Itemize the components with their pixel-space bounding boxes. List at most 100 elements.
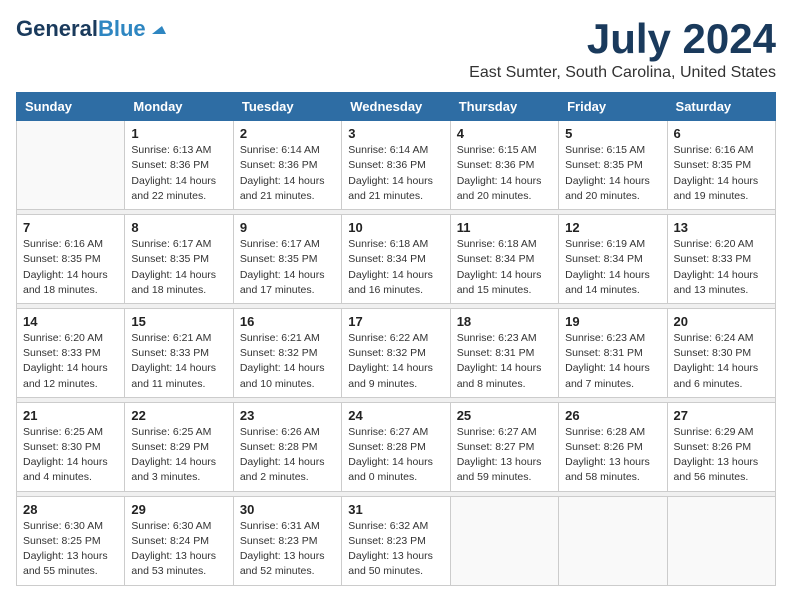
day-number: 13 [674,220,769,235]
day-of-week-header: Friday [559,93,667,121]
calendar-cell: 21Sunrise: 6:25 AM Sunset: 8:30 PM Dayli… [17,402,125,491]
calendar-body: 1Sunrise: 6:13 AM Sunset: 8:36 PM Daylig… [17,121,776,585]
day-number: 26 [565,408,660,423]
day-of-week-header: Monday [125,93,233,121]
day-number: 18 [457,314,552,329]
day-of-week-header: Tuesday [233,93,341,121]
day-info: Sunrise: 6:14 AM Sunset: 8:36 PM Dayligh… [240,143,335,204]
calendar-cell: 5Sunrise: 6:15 AM Sunset: 8:35 PM Daylig… [559,121,667,210]
calendar-cell: 22 Sunrise: 6:25 AM Sunset: 8:29 PM Dayli… [125,402,233,491]
calendar-cell: 17 Sunrise: 6:22 AM Sunset: 8:32 PM Dayli… [342,308,450,397]
logo-icon [148,16,166,42]
day-info: Sunrise: 6:21 AM Sunset: 8:32 PM Dayligh… [240,331,335,392]
calendar-cell: 26 Sunrise: 6:28 AM Sunset: 8:26 PM Dayli… [559,402,667,491]
calendar-cell: 30Sunrise: 6:31 AM Sunset: 8:23 PM Dayli… [233,496,341,585]
calendar-table: SundayMondayTuesdayWednesdayThursdayFrid… [16,92,776,585]
calendar-cell: 13Sunrise: 6:20 AM Sunset: 8:33 PM Dayli… [667,215,775,304]
day-of-week-header: Wednesday [342,93,450,121]
day-number: 24 [348,408,443,423]
day-number: 14 [23,314,118,329]
day-number: 15 [131,314,226,329]
day-number: 19 [565,314,660,329]
day-number: 29 [131,502,226,517]
day-info: Sunrise: 6:27 AM Sunset: 8:28 PM Dayligh… [348,425,443,486]
day-info: Sunrise: 6:26 AM Sunset: 8:28 PM Dayligh… [240,425,335,486]
day-info: Sunrise: 6:24 AM Sunset: 8:30 PM Dayligh… [674,331,769,392]
day-info: Sunrise: 6:30 AM Sunset: 8:24 PM Dayligh… [131,519,226,580]
calendar-cell [559,496,667,585]
day-number: 30 [240,502,335,517]
calendar-cell: 7Sunrise: 6:16 AM Sunset: 8:35 PM Daylig… [17,215,125,304]
calendar-cell [667,496,775,585]
calendar-cell: 10Sunrise: 6:18 AM Sunset: 8:34 PM Dayli… [342,215,450,304]
logo-general: General [16,16,98,42]
calendar-cell: 2 Sunrise: 6:14 AM Sunset: 8:36 PM Daylig… [233,121,341,210]
calendar-cell: 16Sunrise: 6:21 AM Sunset: 8:32 PM Dayli… [233,308,341,397]
calendar-cell: 9Sunrise: 6:17 AM Sunset: 8:35 PM Daylig… [233,215,341,304]
day-info: Sunrise: 6:30 AM Sunset: 8:25 PM Dayligh… [23,519,118,580]
calendar-cell: 24 Sunrise: 6:27 AM Sunset: 8:28 PM Dayli… [342,402,450,491]
calendar-cell: 19 Sunrise: 6:23 AM Sunset: 8:31 PM Dayli… [559,308,667,397]
day-info: Sunrise: 6:18 AM Sunset: 8:34 PM Dayligh… [348,237,443,298]
day-number: 23 [240,408,335,423]
day-info: Sunrise: 6:22 AM Sunset: 8:32 PM Dayligh… [348,331,443,392]
calendar-cell [17,121,125,210]
page-header: General Blue July 2024 East Sumter, Sout… [16,16,776,82]
day-info: Sunrise: 6:21 AM Sunset: 8:33 PM Dayligh… [131,331,226,392]
day-number: 28 [23,502,118,517]
calendar-header-row: SundayMondayTuesdayWednesdayThursdayFrid… [17,93,776,121]
day-number: 17 [348,314,443,329]
day-number: 22 [131,408,226,423]
calendar-cell: 11Sunrise: 6:18 AM Sunset: 8:34 PM Dayli… [450,215,558,304]
day-info: Sunrise: 6:16 AM Sunset: 8:35 PM Dayligh… [674,143,769,204]
day-number: 3 [348,126,443,141]
calendar-week-row: 7Sunrise: 6:16 AM Sunset: 8:35 PM Daylig… [17,215,776,304]
day-number: 5 [565,126,660,141]
calendar-cell: 28 Sunrise: 6:30 AM Sunset: 8:25 PM Dayli… [17,496,125,585]
day-of-week-header: Thursday [450,93,558,121]
day-info: Sunrise: 6:27 AM Sunset: 8:27 PM Dayligh… [457,425,552,486]
day-info: Sunrise: 6:23 AM Sunset: 8:31 PM Dayligh… [565,331,660,392]
calendar-cell: 18 Sunrise: 6:23 AM Sunset: 8:31 PM Dayli… [450,308,558,397]
day-info: Sunrise: 6:23 AM Sunset: 8:31 PM Dayligh… [457,331,552,392]
month-title: July 2024 [469,16,776,62]
day-number: 11 [457,220,552,235]
calendar-week-row: 14 Sunrise: 6:20 AM Sunset: 8:33 PM Dayli… [17,308,776,397]
calendar-cell: 8Sunrise: 6:17 AM Sunset: 8:35 PM Daylig… [125,215,233,304]
logo-blue: Blue [98,16,146,42]
calendar-cell: 25 Sunrise: 6:27 AM Sunset: 8:27 PM Dayli… [450,402,558,491]
day-info: Sunrise: 6:32 AM Sunset: 8:23 PM Dayligh… [348,519,443,580]
day-info: Sunrise: 6:25 AM Sunset: 8:29 PM Dayligh… [131,425,226,486]
day-number: 27 [674,408,769,423]
calendar-cell: 20 Sunrise: 6:24 AM Sunset: 8:30 PM Dayli… [667,308,775,397]
day-info: Sunrise: 6:19 AM Sunset: 8:34 PM Dayligh… [565,237,660,298]
day-info: Sunrise: 6:14 AM Sunset: 8:36 PM Dayligh… [348,143,443,204]
day-info: Sunrise: 6:29 AM Sunset: 8:26 PM Dayligh… [674,425,769,486]
location: East Sumter, South Carolina, United Stat… [469,64,776,82]
calendar-cell: 1Sunrise: 6:13 AM Sunset: 8:36 PM Daylig… [125,121,233,210]
day-of-week-header: Sunday [17,93,125,121]
day-of-week-header: Saturday [667,93,775,121]
day-number: 25 [457,408,552,423]
calendar-cell: 27 Sunrise: 6:29 AM Sunset: 8:26 PM Dayli… [667,402,775,491]
calendar-cell: 4Sunrise: 6:15 AM Sunset: 8:36 PM Daylig… [450,121,558,210]
calendar-cell: 15 Sunrise: 6:21 AM Sunset: 8:33 PM Dayli… [125,308,233,397]
calendar-week-row: 1Sunrise: 6:13 AM Sunset: 8:36 PM Daylig… [17,121,776,210]
day-number: 20 [674,314,769,329]
calendar-week-row: 21Sunrise: 6:25 AM Sunset: 8:30 PM Dayli… [17,402,776,491]
calendar-cell: 14 Sunrise: 6:20 AM Sunset: 8:33 PM Dayli… [17,308,125,397]
calendar-cell: 23 Sunrise: 6:26 AM Sunset: 8:28 PM Dayli… [233,402,341,491]
day-number: 2 [240,126,335,141]
calendar-week-row: 28 Sunrise: 6:30 AM Sunset: 8:25 PM Dayli… [17,496,776,585]
calendar-cell: 12Sunrise: 6:19 AM Sunset: 8:34 PM Dayli… [559,215,667,304]
day-info: Sunrise: 6:17 AM Sunset: 8:35 PM Dayligh… [240,237,335,298]
calendar-cell [450,496,558,585]
day-info: Sunrise: 6:28 AM Sunset: 8:26 PM Dayligh… [565,425,660,486]
calendar-cell: 6Sunrise: 6:16 AM Sunset: 8:35 PM Daylig… [667,121,775,210]
day-info: Sunrise: 6:25 AM Sunset: 8:30 PM Dayligh… [23,425,118,486]
title-area: July 2024 East Sumter, South Carolina, U… [469,16,776,82]
calendar-cell: 3 Sunrise: 6:14 AM Sunset: 8:36 PM Daylig… [342,121,450,210]
day-info: Sunrise: 6:20 AM Sunset: 8:33 PM Dayligh… [23,331,118,392]
day-number: 4 [457,126,552,141]
day-info: Sunrise: 6:16 AM Sunset: 8:35 PM Dayligh… [23,237,118,298]
